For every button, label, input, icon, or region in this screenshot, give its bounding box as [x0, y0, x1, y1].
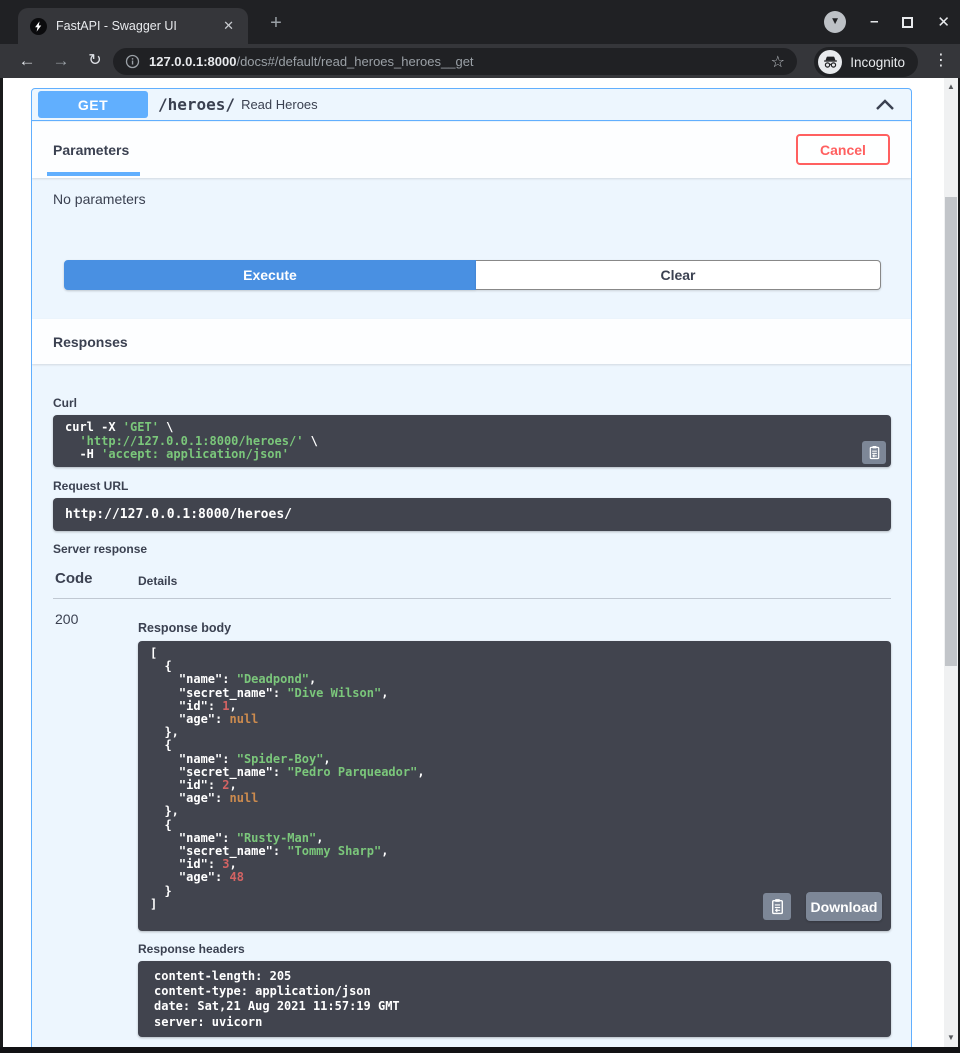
reload-button[interactable]: ↻ [82, 48, 108, 74]
download-button[interactable]: Download [806, 892, 882, 921]
page-scrollbar[interactable]: ▲ ▼ [944, 78, 958, 1047]
swagger-page: GET /heroes/ Read Heroes Parameters Canc… [0, 78, 960, 1053]
status-code: 200 [55, 611, 78, 627]
back-button[interactable]: ← [14, 48, 40, 74]
incognito-label: Incognito [850, 55, 905, 70]
table-divider [53, 598, 891, 599]
window-edge-left [0, 78, 3, 1053]
endpoint-path: /heroes/ [158, 95, 235, 114]
execute-button[interactable]: Execute [64, 260, 476, 290]
browser-chrome: FastAPI - Swagger UI ✕ + ▼ – ✕ ← → ↻ 127… [0, 0, 960, 78]
url-host: 127.0.0.1:8000 [149, 54, 236, 69]
window-controls: ▼ – ✕ [824, 0, 950, 44]
window-edge-bottom [0, 1047, 960, 1053]
browser-toolbar: ← → ↻ 127.0.0.1:8000/docs#/default/read_… [0, 44, 960, 78]
incognito-icon [818, 50, 842, 74]
details-column-header: Details [138, 574, 177, 588]
copy-curl-button[interactable] [862, 441, 886, 464]
request-url-value: http://127.0.0.1:8000/heroes/ [65, 507, 292, 522]
address-bar[interactable]: 127.0.0.1:8000/docs#/default/read_heroes… [113, 48, 797, 75]
responses-header: Responses [32, 319, 911, 364]
parameters-header: Parameters Cancel [32, 122, 911, 178]
responses-title: Responses [53, 334, 128, 350]
scrollbar-thumb[interactable] [945, 197, 957, 666]
response-body-label: Response body [138, 621, 231, 635]
collapse-chevron-icon[interactable] [875, 98, 895, 111]
curl-label: Curl [53, 396, 77, 410]
code-column-header: Code [55, 570, 93, 587]
url-path: /docs#/default/read_heroes_heroes__get [236, 54, 473, 69]
minimize-button[interactable]: – [870, 17, 878, 27]
request-url-block: http://127.0.0.1:8000/heroes/ [53, 498, 891, 531]
maximize-button[interactable] [902, 17, 913, 28]
bookmark-star-icon[interactable]: ☆ [771, 52, 785, 72]
endpoint-summary: Read Heroes [241, 97, 318, 112]
browser-menu-icon[interactable]: ⋮ [930, 50, 952, 72]
opblock-summary[interactable]: GET /heroes/ Read Heroes [32, 89, 911, 121]
forward-button[interactable]: → [48, 48, 74, 74]
scrollbar-up-icon[interactable]: ▲ [944, 80, 958, 94]
cancel-button[interactable]: Cancel [796, 134, 890, 165]
request-url-label: Request URL [53, 479, 128, 493]
no-parameters-text: No parameters [53, 191, 146, 207]
active-tab-underline [47, 172, 140, 176]
fastapi-favicon-icon [30, 18, 47, 35]
server-response-label: Server response [53, 542, 147, 556]
scrollbar-down-icon[interactable]: ▼ [944, 1031, 958, 1045]
clear-button[interactable]: Clear [476, 260, 881, 290]
curl-command-block: curl -X 'GET' \ 'http://127.0.0.1:8000/h… [53, 415, 891, 467]
copy-response-button[interactable] [763, 893, 791, 920]
media-controls-icon[interactable]: ▼ [824, 11, 846, 33]
tab-close-icon[interactable]: ✕ [219, 16, 238, 36]
tab-parameters[interactable]: Parameters [53, 142, 129, 158]
close-window-button[interactable]: ✕ [937, 13, 950, 31]
execute-row: Execute Clear [64, 260, 881, 290]
response-headers-block: content-length: 205content-type: applica… [138, 961, 891, 1037]
tab-title: FastAPI - Swagger UI [56, 19, 210, 33]
response-body-block: [ { "name": "Deadpond", "secret_name": "… [138, 641, 891, 931]
new-tab-button[interactable]: + [262, 10, 290, 38]
http-method-badge: GET [38, 91, 148, 118]
response-headers-label: Response headers [138, 942, 245, 956]
incognito-badge: Incognito [814, 47, 918, 77]
browser-tab[interactable]: FastAPI - Swagger UI ✕ [18, 8, 248, 44]
opblock-get-heroes: GET /heroes/ Read Heroes Parameters Canc… [31, 88, 912, 1051]
url-text: 127.0.0.1:8000/docs#/default/read_heroes… [149, 54, 474, 69]
page-info-icon[interactable] [125, 54, 140, 69]
